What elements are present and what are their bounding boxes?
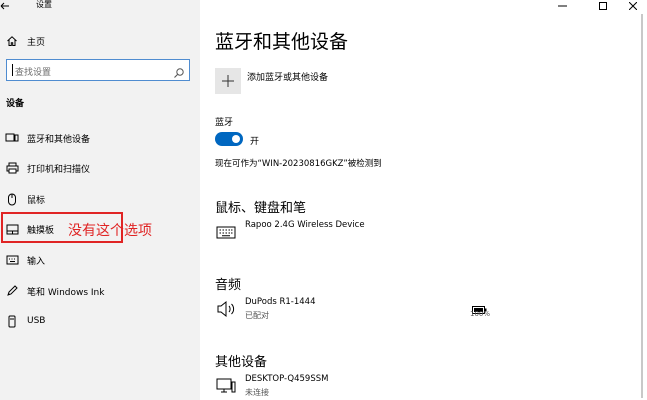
annotation-text: 没有这个选项 — [68, 223, 152, 239]
device-name: DuPods R1-1444 — [245, 297, 316, 307]
pen-icon — [5, 284, 19, 298]
toggle-state-label: 开 — [250, 137, 260, 147]
keyboard-icon — [5, 253, 19, 267]
bluetooth-heading: 蓝牙 — [215, 118, 234, 128]
sidebar-item-printers[interactable]: 打印机和扫描仪 — [0, 153, 200, 183]
search-placeholder: 查找设置 — [15, 68, 52, 78]
search-icon[interactable] — [173, 64, 185, 78]
toggle-knob — [232, 135, 240, 143]
desktop-icon — [215, 376, 237, 396]
sidebar-item-label: USB — [27, 316, 46, 326]
usb-icon — [5, 314, 19, 328]
device-item[interactable]: DuPods R1-1444 已配对 — [215, 297, 635, 323]
sidebar-item-label: 打印机和扫描仪 — [27, 164, 91, 175]
home-icon — [5, 34, 19, 48]
add-device-label[interactable]: 添加蓝牙或其他设备 — [247, 70, 328, 83]
keyboard-device-icon — [215, 222, 237, 242]
group-heading: 鼠标、键盘和笔 — [215, 201, 307, 216]
device-item[interactable]: DESKTOP-Q459SSM 未连接 — [215, 374, 635, 400]
plus-icon — [222, 72, 234, 91]
sidebar-item-usb[interactable]: USB — [0, 306, 200, 336]
window-title: 设置 — [36, 0, 52, 9]
sidebar-item-pen[interactable]: 笔和 Windows Ink — [0, 276, 200, 306]
sidebar-item-mouse[interactable]: 鼠标 — [0, 184, 200, 214]
add-device-button[interactable] — [215, 68, 241, 94]
bluetooth-toggle[interactable] — [215, 132, 243, 146]
sidebar-item-label: 笔和 Windows Ink — [27, 287, 105, 298]
device-status: 未连接 — [245, 388, 269, 397]
page-title: 蓝牙和其他设备 — [215, 31, 349, 53]
mouse-icon — [5, 192, 19, 206]
battery-indicator: 100% — [465, 297, 495, 323]
speaker-icon — [215, 299, 237, 319]
device-item[interactable]: Rapoo 2.4G Wireless Device — [215, 220, 635, 246]
minimize-icon[interactable] — [552, 0, 572, 12]
device-status: 已配对 — [245, 311, 269, 320]
maximize-icon[interactable] — [593, 0, 613, 12]
sidebar: 设置 主页 查找设置 设备 蓝牙和其他设备 打印机和扫描仪 鼠标 触摸板 输入 … — [0, 0, 200, 400]
discoverable-text: 现在可作为“WIN-20230816GKZ”被检测到 — [215, 159, 382, 169]
group-heading: 音频 — [215, 278, 242, 293]
sidebar-item-bluetooth[interactable]: 蓝牙和其他设备 — [0, 123, 200, 153]
sidebar-item-input[interactable]: 输入 — [0, 245, 200, 275]
sidebar-item-home[interactable]: 主页 — [0, 26, 200, 56]
close-icon[interactable] — [623, 0, 643, 12]
text-caret — [12, 64, 13, 76]
device-name: DESKTOP-Q459SSM — [245, 374, 329, 384]
device-name: Rapoo 2.4G Wireless Device — [245, 220, 365, 230]
bluetooth-devices-icon — [5, 131, 19, 145]
sidebar-item-label: 输入 — [27, 256, 46, 267]
battery-percent: 100% — [469, 310, 490, 318]
main-pane: 蓝牙和其他设备 添加蓝牙或其他设备 蓝牙 开 现在可作为“WIN-2023081… — [200, 0, 647, 400]
scrollbar[interactable] — [641, 14, 643, 398]
back-arrow-icon[interactable] — [0, 2, 10, 10]
sidebar-item-label: 鼠标 — [27, 195, 46, 206]
sidebar-item-label: 主页 — [27, 37, 46, 48]
section-heading: 设备 — [6, 99, 25, 109]
sidebar-item-label: 蓝牙和其他设备 — [27, 134, 91, 145]
search-input[interactable]: 查找设置 — [6, 59, 190, 81]
group-heading: 其他设备 — [215, 355, 268, 370]
printer-icon — [5, 161, 19, 175]
